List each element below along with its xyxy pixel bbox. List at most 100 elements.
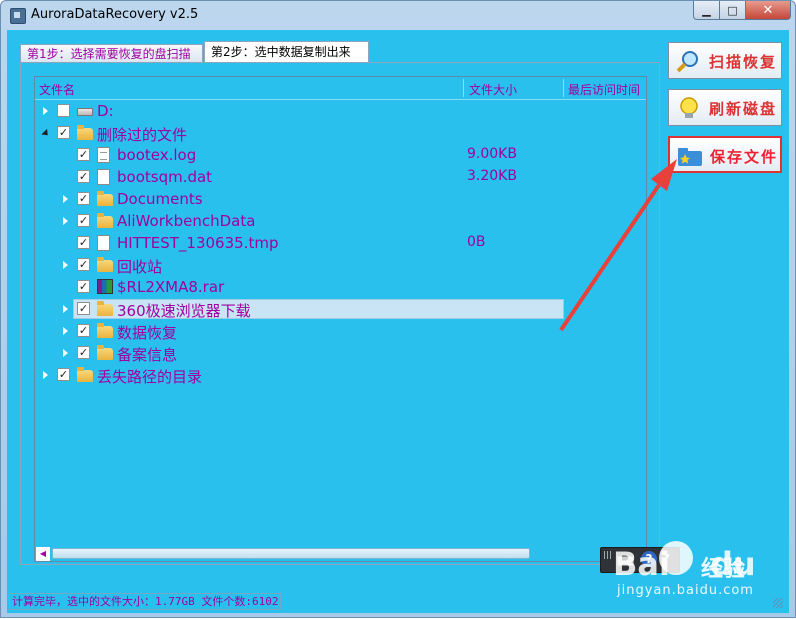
app-icon	[10, 8, 26, 24]
close-button[interactable]: ✕	[746, 1, 791, 20]
row-size: 3.20KB	[467, 168, 517, 184]
row-checkbox[interactable]: ✓	[57, 126, 70, 139]
tree-row[interactable]: ✓ HITTEST_130635.tmp 0B	[35, 232, 646, 254]
expand-icon[interactable]	[63, 195, 68, 203]
column-size[interactable]: 文件大小	[469, 81, 517, 98]
row-checkbox[interactable]: ✓	[77, 170, 90, 183]
row-name: HITTEST_130635.tmp	[117, 234, 279, 252]
column-accessed[interactable]: 最后访问时间	[568, 81, 640, 98]
column-divider[interactable]	[563, 79, 564, 97]
grip-icon[interactable]	[604, 551, 612, 559]
collapse-icon[interactable]	[41, 128, 51, 139]
tree-row[interactable]: ✓ bootsqm.dat 3.20KB	[35, 166, 646, 188]
folder-icon	[97, 213, 113, 228]
save-files-label: 保存文件	[710, 148, 779, 166]
column-header: 文件名 文件大小 最后访问时间	[35, 77, 646, 100]
row-size: 0B	[467, 234, 486, 250]
row-checkbox[interactable]: ✓	[77, 148, 90, 161]
folder-icon	[97, 191, 113, 206]
column-name[interactable]: 文件名	[39, 81, 75, 98]
row-checkbox[interactable]: ✓	[77, 192, 90, 205]
tree-row[interactable]: ✓ 回收站	[35, 254, 646, 276]
lightbulb-icon	[680, 97, 698, 118]
row-name: D:	[97, 102, 114, 120]
row-name: 删除过的文件	[97, 126, 188, 144]
drive-icon	[77, 108, 93, 116]
refresh-disk-label: 刷新磁盘	[709, 100, 778, 118]
status-text: 计算完毕，选中的文件大小：1.77GB 文件个数:6102	[9, 593, 282, 610]
tree-row[interactable]: ✓ bootex.log 9.00KB	[35, 144, 646, 166]
tree-row[interactable]: ✓ Documents	[35, 188, 646, 210]
file-icon	[97, 235, 110, 251]
title-bar[interactable]: AuroraDataRecovery v2.5 ▁ □ ✕	[1, 1, 795, 29]
row-name: bootsqm.dat	[117, 168, 213, 186]
save-files-button[interactable]: 保存文件	[668, 136, 782, 173]
scan-recover-label: 扫描恢复	[709, 53, 778, 71]
tree-row[interactable]: ✓ 数据恢复	[35, 320, 646, 342]
row-name: 数据恢复	[117, 324, 178, 342]
refresh-disk-button[interactable]: 刷新磁盘	[668, 89, 782, 126]
paw-icon	[659, 541, 693, 575]
folder-star-icon	[678, 148, 702, 166]
rar-icon	[97, 279, 113, 294]
folder-icon	[77, 367, 93, 382]
row-checkbox[interactable]: ✓	[77, 346, 90, 359]
tree-row[interactable]: ✓ 360极速浏览器下载	[35, 298, 646, 320]
scroll-left-icon[interactable]: ◀	[36, 547, 50, 561]
tab-step1[interactable]: 第1步：选择需要恢复的盘扫描	[20, 44, 203, 62]
folder-icon	[97, 257, 113, 272]
row-checkbox[interactable]: ✓	[77, 302, 90, 315]
row-checkbox[interactable]: ✓	[77, 236, 90, 249]
tree-row[interactable]: ✓ 删除过的文件	[35, 122, 646, 144]
row-checkbox[interactable]: ✓	[77, 214, 90, 227]
folder-icon	[97, 323, 113, 338]
tree-row[interactable]: ✓ AliWorkbenchData	[35, 210, 646, 232]
row-name: bootex.log	[117, 146, 197, 164]
row-checkbox[interactable]: ✓	[77, 258, 90, 271]
folder-icon	[77, 125, 93, 140]
file-icon	[97, 169, 110, 185]
row-name: Documents	[117, 190, 203, 208]
expand-icon[interactable]	[63, 261, 68, 269]
watermark-url: jingyan.baidu.com	[617, 583, 754, 598]
document-icon	[97, 147, 110, 163]
row-name: 360极速浏览器下载	[117, 302, 251, 320]
tree-row[interactable]: ✓ $RL2XMA8.rar	[35, 276, 646, 298]
row-checkbox[interactable]	[57, 104, 70, 117]
minimize-button[interactable]: ▁	[693, 1, 720, 20]
tree-row[interactable]: ✓ 丢失路径的目录	[35, 364, 646, 386]
column-divider[interactable]	[463, 79, 464, 97]
app-window: AuroraDataRecovery v2.5 ▁ □ ✕ 第1步：选择需要恢复…	[0, 0, 796, 618]
window-controls: ▁ □ ✕	[693, 1, 791, 20]
row-checkbox[interactable]: ✓	[57, 368, 70, 381]
file-tree[interactable]: 文件名 文件大小 最后访问时间 D: ✓ 删除过的文件 ✓ bootex.log 9.00…	[34, 76, 647, 562]
baidu-watermark: Bai du 经验 jingyan.baidu.com	[613, 537, 793, 603]
row-name: 回收站	[117, 258, 163, 276]
watermark-site: 经验	[701, 557, 746, 582]
row-name: 备案信息	[117, 346, 178, 364]
row-name: AliWorkbenchData	[117, 212, 256, 230]
client-area: 第1步：选择需要恢复的盘扫描 第2步：选中数据复制出来 文件名 文件大小 最后访…	[7, 30, 789, 613]
scan-recover-button[interactable]: 扫描恢复	[668, 42, 782, 79]
folder-icon	[97, 345, 113, 360]
row-size: 9.00KB	[467, 146, 517, 162]
scroll-thumb[interactable]	[52, 548, 530, 559]
expand-icon[interactable]	[63, 327, 68, 335]
expand-icon[interactable]	[63, 305, 68, 313]
folder-icon	[97, 301, 113, 316]
expand-icon[interactable]	[43, 107, 48, 115]
row-name: 丢失路径的目录	[97, 368, 203, 386]
magnifier-icon	[676, 51, 698, 73]
expand-icon[interactable]	[43, 371, 48, 379]
row-checkbox[interactable]: ✓	[77, 324, 90, 337]
tree-row[interactable]: ✓ 备案信息	[35, 342, 646, 364]
row-checkbox[interactable]: ✓	[77, 280, 90, 293]
horizontal-scrollbar[interactable]: ◀ ▶	[36, 547, 645, 561]
row-name: $RL2XMA8.rar	[117, 278, 225, 296]
maximize-button[interactable]: □	[720, 1, 746, 20]
expand-icon[interactable]	[63, 349, 68, 357]
tab-step2[interactable]: 第2步：选中数据复制出来	[204, 41, 369, 63]
expand-icon[interactable]	[63, 217, 68, 225]
tree-row[interactable]: D:	[35, 100, 646, 122]
window-title: AuroraDataRecovery v2.5	[31, 7, 199, 22]
